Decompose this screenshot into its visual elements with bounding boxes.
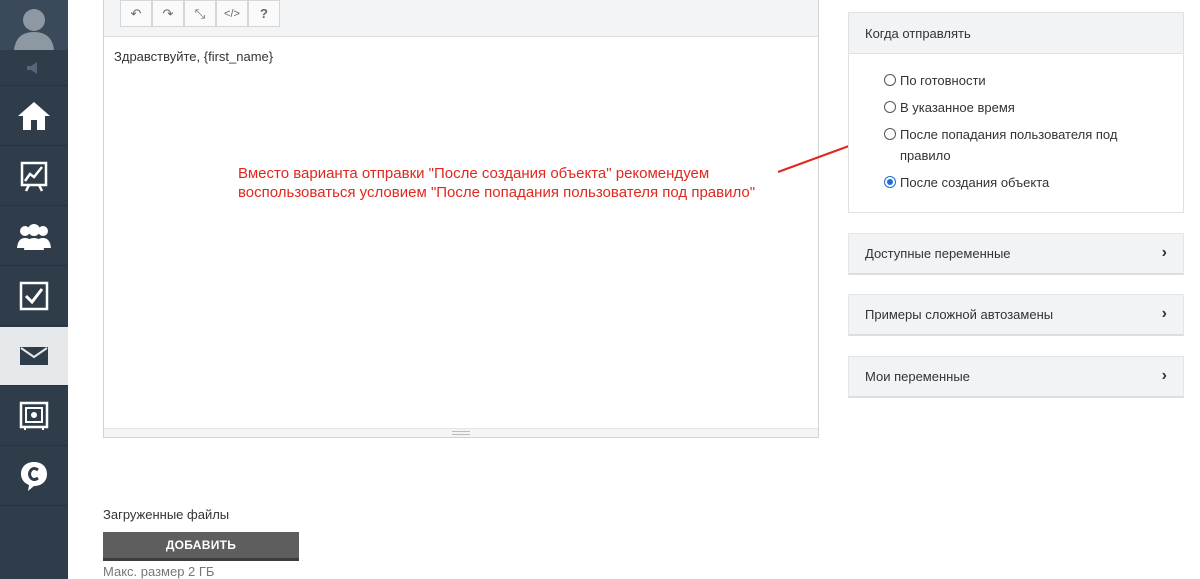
- mail-icon[interactable]: [0, 327, 68, 386]
- accordion-label: Примеры сложной автозамены: [865, 307, 1054, 322]
- safe-icon[interactable]: [0, 387, 68, 446]
- radio-button[interactable]: [884, 74, 896, 86]
- editor-content[interactable]: Здравствуйте, {first_name}: [114, 49, 273, 64]
- option-scheduled[interactable]: В указанное время: [884, 97, 1165, 118]
- chevron-right-icon: ›: [1161, 305, 1167, 322]
- option-ready[interactable]: По готовности: [884, 70, 1165, 91]
- chat-c-icon[interactable]: [0, 447, 68, 506]
- accordion-my-variables[interactable]: Мои переменные ›: [848, 356, 1184, 398]
- accordion-label: Доступные переменные: [865, 246, 1011, 261]
- panel-title: Когда отправлять: [849, 13, 1183, 54]
- source-code-button[interactable]: </>: [216, 0, 248, 27]
- home-icon[interactable]: [0, 87, 68, 146]
- fullscreen-icon: ⤡: [194, 5, 206, 21]
- help-button[interactable]: ?: [248, 0, 280, 27]
- help-icon: ?: [260, 6, 268, 21]
- radio-button[interactable]: [884, 128, 896, 140]
- fullscreen-button[interactable]: ⤡: [184, 0, 216, 27]
- option-label: После создания объекта: [900, 175, 1050, 190]
- message-editor[interactable]: ↶ ↷ ⤡ </> ? Здравствуйте, {first_name}: [103, 0, 819, 438]
- option-after-create[interactable]: После создания объекта: [884, 172, 1165, 193]
- chevron-right-icon: ›: [1161, 367, 1167, 384]
- add-file-button[interactable]: ДОБАВИТЬ: [103, 532, 299, 561]
- option-label: После попадания пользователя под правило: [900, 127, 1118, 163]
- sidebar: [0, 0, 68, 579]
- max-size-note: Макс. размер 2 ГБ: [103, 564, 215, 579]
- undo-button[interactable]: ↶: [120, 0, 152, 27]
- chevron-right-icon: ›: [1161, 244, 1167, 261]
- radio-button-checked[interactable]: [884, 176, 896, 188]
- checklist-icon[interactable]: [0, 267, 68, 326]
- user-avatar-icon[interactable]: [0, 0, 68, 50]
- accordion-label: Мои переменные: [865, 369, 970, 384]
- undo-icon: ↶: [130, 5, 142, 21]
- resize-handle[interactable]: [104, 428, 818, 437]
- annotation-note: Вместо варианта отправки "После создания…: [238, 165, 756, 201]
- option-after-rule[interactable]: После попадания пользователя под правило: [884, 124, 1165, 166]
- accordion-complex-replacement[interactable]: Примеры сложной автозамены ›: [848, 294, 1184, 336]
- users-icon[interactable]: [0, 207, 68, 266]
- option-label: В указанное время: [900, 100, 1015, 115]
- grip-icon: [452, 431, 470, 435]
- code-icon: </>: [224, 7, 240, 20]
- redo-button[interactable]: ↷: [152, 0, 184, 27]
- chart-icon[interactable]: [0, 147, 68, 206]
- uploaded-files-title: Загруженные файлы: [103, 507, 230, 522]
- option-label: По готовности: [900, 73, 986, 88]
- radio-button[interactable]: [884, 101, 896, 113]
- editor-toolbar: ↶ ↷ ⤡ </> ?: [104, 0, 818, 37]
- when-to-send-panel: Когда отправлять По готовности В указанн…: [848, 12, 1184, 213]
- speaker-icon[interactable]: [0, 50, 68, 86]
- accordion-available-variables[interactable]: Доступные переменные ›: [848, 233, 1184, 275]
- redo-icon: ↷: [162, 5, 174, 21]
